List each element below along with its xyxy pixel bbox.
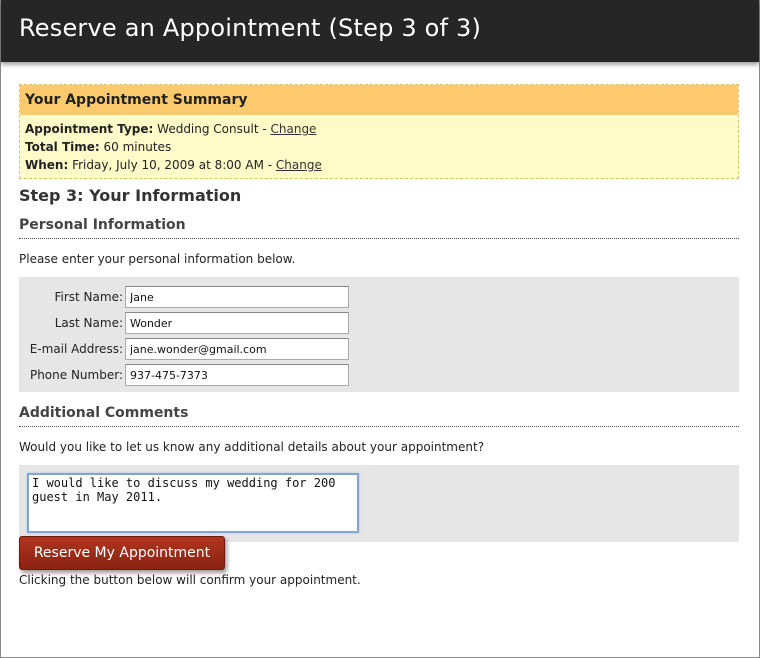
personal-info-heading: Personal Information bbox=[19, 217, 739, 239]
first-name-row: First Name: bbox=[19, 286, 739, 308]
confirm-text: Clicking the button below will confirm y… bbox=[19, 573, 361, 587]
phone-row: Phone Number: bbox=[19, 364, 739, 386]
summary-type-label: Appointment Type: bbox=[25, 122, 154, 136]
email-label: E-mail Address: bbox=[29, 342, 123, 356]
reserve-appointment-button[interactable]: Reserve My Appointment bbox=[19, 536, 225, 570]
appointment-summary: Your Appointment Summary Appointment Typ… bbox=[19, 84, 739, 179]
comments-intro: Would you like to let us know any additi… bbox=[19, 440, 485, 454]
personal-info-intro: Please enter your personal information b… bbox=[19, 252, 296, 266]
comments-form: I would like to discuss my wedding for 2… bbox=[19, 465, 739, 542]
phone-input[interactable] bbox=[125, 364, 349, 386]
page-title: Reserve an Appointment (Step 3 of 3) bbox=[19, 14, 482, 42]
summary-when-label: When: bbox=[25, 158, 69, 172]
summary-when-row: When: Friday, July 10, 2009 at 8:00 AM -… bbox=[25, 156, 733, 174]
email-input[interactable] bbox=[125, 338, 349, 360]
summary-when-value: Friday, July 10, 2009 at 8:00 AM - bbox=[72, 158, 276, 172]
additional-comments-heading: Additional Comments bbox=[19, 405, 739, 427]
first-name-input[interactable] bbox=[125, 286, 349, 308]
summary-body: Appointment Type: Wedding Consult - Chan… bbox=[20, 115, 738, 178]
summary-time-label: Total Time: bbox=[25, 140, 100, 154]
summary-type-row: Appointment Type: Wedding Consult - Chan… bbox=[25, 120, 733, 138]
summary-time-value: 60 minutes bbox=[103, 140, 172, 154]
first-name-label: First Name: bbox=[54, 290, 123, 304]
last-name-label: Last Name: bbox=[54, 316, 123, 330]
change-type-link[interactable]: Change bbox=[271, 122, 317, 136]
email-row: E-mail Address: bbox=[19, 338, 739, 360]
last-name-input[interactable] bbox=[125, 312, 349, 334]
page-header: Reserve an Appointment (Step 3 of 3) bbox=[1, 0, 759, 62]
change-when-link[interactable]: Change bbox=[276, 158, 322, 172]
summary-time-row: Total Time: 60 minutes bbox=[25, 138, 733, 156]
last-name-row: Last Name: bbox=[19, 312, 739, 334]
phone-label: Phone Number: bbox=[29, 368, 123, 382]
summary-title: Your Appointment Summary bbox=[20, 85, 738, 115]
comments-textarea[interactable]: I would like to discuss my wedding for 2… bbox=[27, 473, 359, 533]
step-title: Step 3: Your Information bbox=[19, 186, 242, 205]
summary-type-value: Wedding Consult - bbox=[157, 122, 271, 136]
personal-info-form: First Name: Last Name: E-mail Address: P… bbox=[19, 277, 739, 392]
